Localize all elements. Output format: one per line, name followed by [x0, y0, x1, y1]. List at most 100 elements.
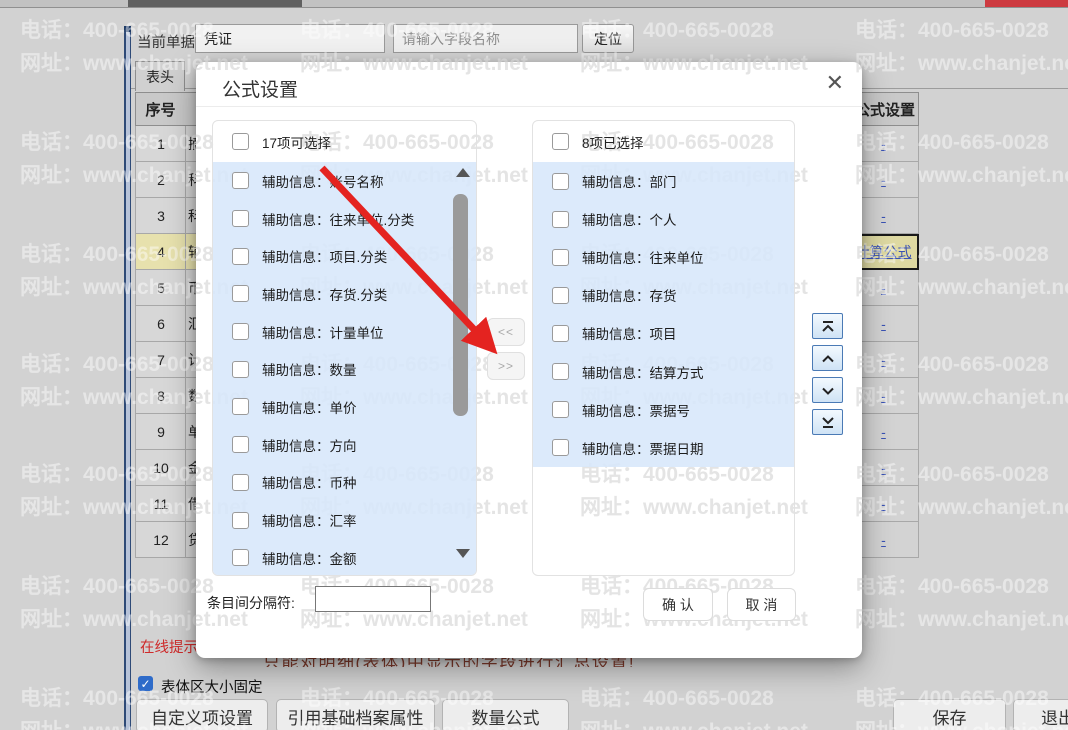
item-label: 辅助信息：票据号 — [582, 403, 690, 419]
item-checkbox[interactable] — [552, 210, 569, 228]
selected-list: 辅助信息：部门 辅助信息：个人 辅助信息：往来单位 辅助信息：存货 辅助信息：项目 辅助信… — [533, 162, 794, 467]
item-label: 辅助信息：汇率 — [262, 514, 357, 530]
item-checkbox[interactable] — [552, 248, 569, 266]
dialog-title-divider — [196, 106, 862, 107]
formula-link[interactable]: 计算公式 — [856, 242, 912, 262]
clipped-warning-container: 只能对明细(表体)中显示的字段进行汇总设置! — [263, 658, 715, 667]
formula-link[interactable]: - — [881, 388, 886, 404]
list-item: 辅助信息：票据号 — [533, 391, 794, 429]
qty-formula-button[interactable]: 数量公式 — [442, 699, 569, 730]
formula-link[interactable]: - — [881, 172, 886, 188]
item-checkbox[interactable] — [552, 439, 569, 457]
save-button[interactable]: 保存 — [893, 699, 1006, 730]
locate-button[interactable]: 定位 — [582, 24, 634, 53]
body-fixed-checkbox[interactable]: ✓ — [138, 676, 153, 691]
red-accent-bar — [985, 0, 1068, 7]
available-header-checkbox[interactable] — [232, 133, 249, 150]
ref-archive-button[interactable]: 引用基础档案属性 — [276, 699, 435, 730]
chevron-down-icon — [821, 387, 834, 395]
move-up-button[interactable] — [812, 345, 843, 371]
item-checkbox[interactable] — [232, 210, 249, 228]
move-top-button[interactable] — [812, 313, 843, 339]
watermark-tile: 电话：400-665-0028网址：www.chanjet.net — [580, 687, 808, 730]
confirm-button[interactable]: 确 认 — [643, 588, 713, 621]
item-checkbox[interactable] — [552, 363, 569, 381]
selected-header-checkbox[interactable] — [552, 133, 569, 150]
watermark-tile: 电话：400-665-0028网址：www.chanjet.net — [855, 575, 1068, 631]
list-item: 辅助信息：账号名称 — [213, 162, 476, 200]
cancel-button[interactable]: 取 消 — [727, 588, 796, 621]
move-left-button[interactable]: << — [487, 318, 525, 346]
list-item: 辅助信息：存货.分类 — [213, 275, 476, 313]
formula-link[interactable]: - — [881, 280, 886, 296]
separator-label: 条目间分隔符: — [207, 595, 295, 611]
move-right-button[interactable]: >> — [487, 352, 525, 380]
watermark-tile: 电话：400-665-0028网址：www.chanjet.net — [855, 126, 862, 192]
field-search-input[interactable] — [393, 24, 578, 53]
item-checkbox[interactable] — [232, 285, 249, 303]
list-item: 辅助信息：单价 — [213, 388, 476, 426]
move-down-button[interactable] — [812, 377, 843, 403]
tab-header[interactable]: 表头 — [135, 61, 185, 91]
item-checkbox[interactable] — [552, 286, 569, 304]
item-label: 辅助信息：计量单位 — [262, 325, 384, 341]
item-checkbox[interactable] — [232, 323, 249, 341]
selected-header-label: 8项已选择 — [582, 135, 644, 151]
item-checkbox[interactable] — [552, 172, 569, 190]
selected-panel-header: 8项已选择 — [533, 121, 794, 162]
item-checkbox[interactable] — [232, 436, 249, 454]
vertical-splitter[interactable] — [124, 26, 131, 730]
item-checkbox[interactable] — [232, 172, 249, 190]
row-seq-cell: 4 — [135, 234, 186, 270]
list-item: 辅助信息：数量 — [213, 350, 476, 388]
close-icon[interactable]: ✕ — [826, 70, 844, 96]
available-panel: 17项可选择 辅助信息：账号名称 辅助信息：往来单位.分类 辅助信息：项目.分类 辅助… — [212, 120, 477, 576]
item-label: 辅助信息：金额 — [262, 551, 357, 567]
list-item: 辅助信息：汇率 — [213, 501, 476, 539]
item-checkbox[interactable] — [232, 247, 249, 265]
list-item: 辅助信息：部门 — [533, 162, 794, 200]
formula-link[interactable]: - — [881, 136, 886, 152]
item-label: 辅助信息：单价 — [262, 400, 357, 416]
formula-link[interactable]: - — [881, 352, 886, 368]
item-label: 辅助信息：项目 — [582, 327, 677, 343]
item-checkbox[interactable] — [232, 360, 249, 378]
current-doc-label: 当前单据 — [137, 35, 195, 51]
separator-input[interactable] — [315, 586, 431, 612]
scrollbar-up-icon[interactable] — [456, 168, 470, 177]
available-list: 辅助信息：账号名称辅助信息：往来单位.分类 辅助信息：项目.分类 辅助信息：存货.分… — [213, 162, 476, 575]
formula-link[interactable]: - — [881, 316, 886, 332]
item-checkbox[interactable] — [552, 401, 569, 419]
formula-link[interactable]: - — [881, 208, 886, 224]
watermark-tile: 电话：400-665-0028网址：www.chanjet.net — [855, 458, 862, 524]
row-seq-cell: 10 — [135, 450, 186, 486]
item-checkbox[interactable] — [232, 511, 249, 529]
custom-items-button[interactable]: 自定义项设置 — [136, 699, 268, 730]
item-checkbox[interactable] — [232, 398, 249, 416]
item-checkbox[interactable] — [232, 549, 249, 567]
formula-link[interactable]: - — [881, 460, 886, 476]
list-item: 辅助信息：币种 — [213, 464, 476, 502]
scrollbar-thumb[interactable] — [453, 194, 468, 416]
watermark-tile: 电话：400-665-0028网址：www.chanjet.net — [300, 62, 528, 75]
watermark-tile: 电话：400-665-0028网址：www.chanjet.net — [855, 19, 1068, 75]
item-checkbox[interactable] — [232, 473, 249, 491]
item-label: 辅助信息：存货.分类 — [262, 287, 388, 303]
item-label: 辅助信息：往来单位.分类 — [262, 212, 415, 228]
move-bottom-button[interactable] — [812, 409, 843, 435]
item-label: 辅助信息：结算方式 — [582, 365, 704, 381]
watermark-tile: 电话：400-665-0028网址：www.chanjet.net — [855, 62, 862, 80]
formula-link[interactable]: - — [881, 424, 886, 440]
formula-link[interactable]: - — [881, 496, 886, 512]
seq-column-header: 序号 — [135, 92, 186, 126]
item-label: 辅助信息：项目.分类 — [262, 250, 388, 266]
scrollbar-down-icon[interactable] — [456, 549, 470, 558]
exit-button[interactable]: 退出 — [1013, 699, 1068, 730]
row-seq-cell: 6 — [135, 306, 186, 342]
formula-settings-dialog: 电话：400-665-0028网址：www.chanjet.net 电话：400-… — [196, 62, 862, 658]
item-checkbox[interactable] — [552, 324, 569, 342]
dialog-title: 公式设置 — [222, 80, 299, 101]
doc-type-input[interactable] — [195, 24, 385, 53]
row-seq-cell: 7 — [135, 342, 186, 378]
formula-link[interactable]: - — [881, 532, 886, 548]
